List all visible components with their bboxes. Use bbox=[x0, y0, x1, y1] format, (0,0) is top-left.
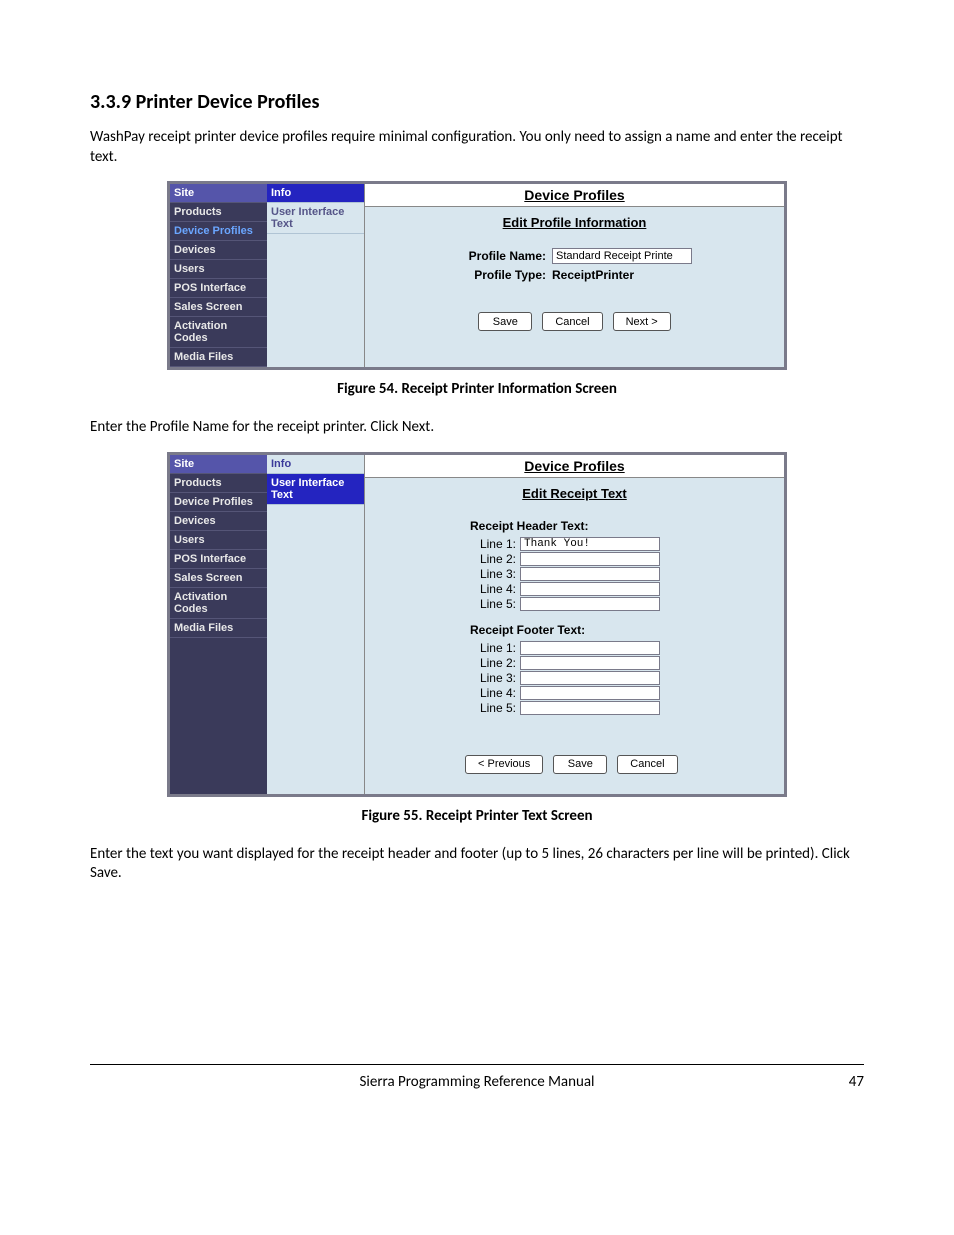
header-line2-label: Line 2: bbox=[470, 552, 520, 566]
nav-sales-screen[interactable]: Sales Screen bbox=[170, 569, 267, 588]
content-subtitle: Edit Profile Information bbox=[375, 215, 774, 230]
screenshot-figure-54: Site Products Device Profiles Devices Us… bbox=[167, 181, 787, 370]
figure-55-caption: Figure 55. Receipt Printer Text Screen bbox=[90, 807, 864, 825]
left-nav: Site Products Device Profiles Devices Us… bbox=[170, 184, 267, 367]
footer-doc-title: Sierra Programming Reference Manual bbox=[90, 1073, 864, 1091]
profile-type-label: Profile Type: bbox=[457, 268, 552, 282]
next-button[interactable]: Next > bbox=[613, 312, 671, 331]
subnav-ui-text[interactable]: User Interface Text bbox=[267, 474, 364, 505]
header-line1-label: Line 1: bbox=[470, 537, 520, 551]
previous-button[interactable]: < Previous bbox=[465, 755, 543, 774]
header-text-label: Receipt Header Text: bbox=[470, 519, 774, 533]
footer-line1-input[interactable] bbox=[520, 641, 660, 655]
header-line4-input[interactable] bbox=[520, 582, 660, 596]
footer-text-label: Receipt Footer Text: bbox=[470, 623, 774, 637]
instruction-1: Enter the Profile Name for the receipt p… bbox=[90, 418, 864, 438]
nav-media-files[interactable]: Media Files bbox=[170, 619, 267, 638]
screenshot-figure-55: Site Products Device Profiles Devices Us… bbox=[167, 452, 787, 797]
header-line2-input[interactable] bbox=[520, 552, 660, 566]
subnav-ui-text[interactable]: User Interface Text bbox=[267, 203, 364, 234]
sub-nav: Info User Interface Text bbox=[267, 184, 364, 367]
footer-line4-label: Line 4: bbox=[470, 686, 520, 700]
nav-site[interactable]: Site bbox=[170, 455, 267, 474]
sub-nav-2: Info User Interface Text bbox=[267, 455, 364, 794]
content-title-2: Device Profiles bbox=[365, 455, 784, 478]
header-line3-label: Line 3: bbox=[470, 567, 520, 581]
nav-products[interactable]: Products bbox=[170, 203, 267, 222]
nav-media-files[interactable]: Media Files bbox=[170, 348, 267, 367]
nav-pos-interface[interactable]: POS Interface bbox=[170, 550, 267, 569]
nav-pos-interface[interactable]: POS Interface bbox=[170, 279, 267, 298]
save-button[interactable]: Save bbox=[553, 755, 607, 774]
header-line1-input[interactable] bbox=[520, 537, 660, 551]
profile-name-label: Profile Name: bbox=[457, 249, 552, 263]
footer-line3-input[interactable] bbox=[520, 671, 660, 685]
profile-name-input[interactable] bbox=[552, 248, 692, 264]
subnav-info[interactable]: Info bbox=[267, 184, 364, 203]
header-line5-input[interactable] bbox=[520, 597, 660, 611]
header-line5-label: Line 5: bbox=[470, 597, 520, 611]
left-nav-2: Site Products Device Profiles Devices Us… bbox=[170, 455, 267, 794]
nav-users[interactable]: Users bbox=[170, 531, 267, 550]
intro-paragraph: WashPay receipt printer device profiles … bbox=[90, 128, 864, 167]
footer-line1-label: Line 1: bbox=[470, 641, 520, 655]
footer-line3-label: Line 3: bbox=[470, 671, 520, 685]
nav-users[interactable]: Users bbox=[170, 260, 267, 279]
page-footer: Sierra Programming Reference Manual 47 bbox=[90, 1064, 864, 1091]
footer-line4-input[interactable] bbox=[520, 686, 660, 700]
header-line3-input[interactable] bbox=[520, 567, 660, 581]
cancel-button[interactable]: Cancel bbox=[542, 312, 602, 331]
header-line4-label: Line 4: bbox=[470, 582, 520, 596]
section-heading: 3.3.9 Printer Device Profiles bbox=[90, 90, 864, 114]
nav-devices[interactable]: Devices bbox=[170, 512, 267, 531]
nav-activation-codes[interactable]: Activation Codes bbox=[170, 588, 267, 619]
footer-line2-input[interactable] bbox=[520, 656, 660, 670]
nav-products[interactable]: Products bbox=[170, 474, 267, 493]
nav-activation-codes[interactable]: Activation Codes bbox=[170, 317, 267, 348]
profile-type-value: ReceiptPrinter bbox=[552, 268, 692, 282]
nav-site[interactable]: Site bbox=[170, 184, 267, 203]
instruction-2: Enter the text you want displayed for th… bbox=[90, 845, 864, 884]
nav-device-profiles[interactable]: Device Profiles bbox=[170, 222, 267, 241]
footer-line5-label: Line 5: bbox=[470, 701, 520, 715]
nav-device-profiles[interactable]: Device Profiles bbox=[170, 493, 267, 512]
nav-sales-screen[interactable]: Sales Screen bbox=[170, 298, 267, 317]
subnav-info[interactable]: Info bbox=[267, 455, 364, 474]
figure-54-caption: Figure 54. Receipt Printer Information S… bbox=[90, 380, 864, 398]
footer-line2-label: Line 2: bbox=[470, 656, 520, 670]
content-subtitle-2: Edit Receipt Text bbox=[375, 486, 774, 501]
save-button[interactable]: Save bbox=[478, 312, 532, 331]
content-title: Device Profiles bbox=[365, 184, 784, 207]
content-area: Device Profiles Edit Profile Information… bbox=[364, 184, 784, 367]
content-area-2: Device Profiles Edit Receipt Text Receip… bbox=[364, 455, 784, 794]
footer-line5-input[interactable] bbox=[520, 701, 660, 715]
cancel-button[interactable]: Cancel bbox=[617, 755, 677, 774]
nav-devices[interactable]: Devices bbox=[170, 241, 267, 260]
